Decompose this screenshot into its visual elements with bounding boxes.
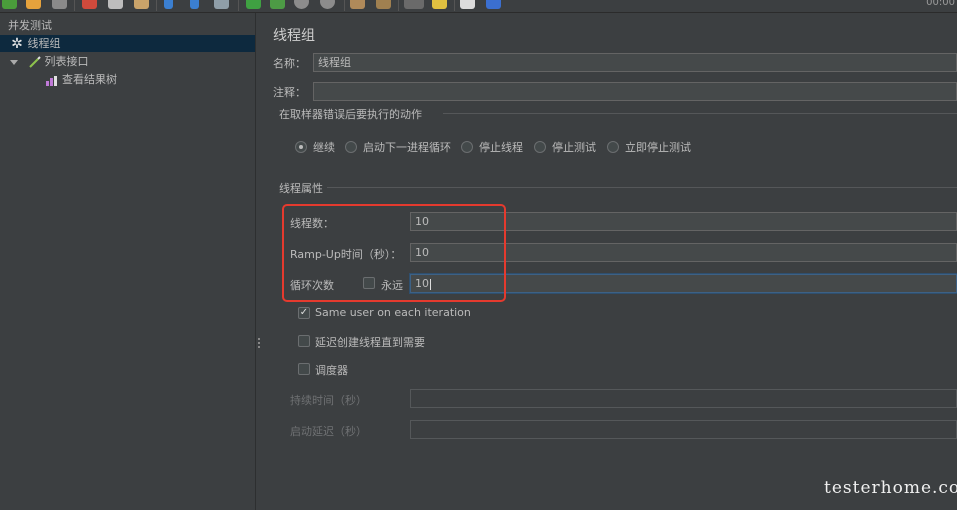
splitter[interactable] bbox=[256, 13, 262, 510]
duration-label: 持续时间（秒） bbox=[290, 394, 367, 407]
splitter-handle[interactable] bbox=[258, 338, 260, 348]
reset-search-icon[interactable] bbox=[432, 0, 447, 9]
thread-props-title: 线程属性 bbox=[279, 182, 323, 195]
toolbar-separator bbox=[344, 0, 345, 11]
templates-icon[interactable] bbox=[2, 0, 17, 9]
radio-start-next-loop[interactable] bbox=[345, 141, 357, 153]
page-title: 线程组 bbox=[273, 28, 315, 44]
radio-stop-test[interactable] bbox=[534, 141, 546, 153]
collapse-icon[interactable] bbox=[190, 0, 199, 9]
watermark: testerhome.com bbox=[824, 478, 957, 498]
tree-item-listener[interactable]: 查看结果树 bbox=[45, 71, 117, 88]
scheduler-label: 调度器 bbox=[315, 364, 348, 377]
scheduler-checkbox[interactable] bbox=[298, 363, 310, 375]
duration-field[interactable] bbox=[410, 389, 957, 408]
start-no-pause-icon[interactable] bbox=[270, 0, 285, 9]
radio-stop-test-now[interactable] bbox=[607, 141, 619, 153]
comment-label: 注释： bbox=[273, 86, 306, 99]
radio-label: 停止测试 bbox=[552, 141, 596, 154]
chart-icon bbox=[45, 74, 58, 87]
delay-thread-checkbox[interactable] bbox=[298, 335, 310, 347]
comment-field[interactable] bbox=[313, 82, 957, 101]
same-user-label: Same user on each iteration bbox=[315, 306, 471, 319]
name-label: 名称： bbox=[273, 57, 306, 70]
save-icon[interactable] bbox=[52, 0, 67, 9]
tree-item-label: 线程组 bbox=[27, 37, 61, 50]
test-plan-tree: 并发测试 ✲ 线程组 列表接口 查看结果树 bbox=[0, 13, 256, 510]
tree-item-test-plan[interactable]: 并发测试 bbox=[8, 17, 52, 34]
startup-delay-label: 启动延迟（秒） bbox=[290, 425, 367, 438]
divider bbox=[443, 113, 957, 114]
help-icon[interactable] bbox=[486, 0, 501, 9]
stop-icon[interactable] bbox=[294, 0, 309, 9]
chevron-down-icon[interactable] bbox=[10, 59, 18, 65]
toolbar: 00:00 bbox=[0, 0, 957, 13]
copy-icon[interactable] bbox=[108, 0, 123, 9]
function-helper-icon[interactable] bbox=[460, 0, 475, 9]
expand-icon[interactable] bbox=[164, 0, 173, 9]
tree-item-label: 并发测试 bbox=[8, 19, 52, 32]
shutdown-icon[interactable] bbox=[320, 0, 335, 9]
tree-item-sampler[interactable]: 列表接口 bbox=[10, 53, 89, 70]
tree-item-thread-group[interactable]: ✲ 线程组 bbox=[0, 35, 255, 52]
radio-label: 继续 bbox=[313, 141, 335, 154]
same-user-checkbox[interactable]: ✓ bbox=[298, 307, 310, 319]
clear-all-icon[interactable] bbox=[376, 0, 391, 9]
toolbar-separator bbox=[238, 0, 239, 11]
radio-label: 停止线程 bbox=[479, 141, 523, 154]
radio-label: 立即停止测试 bbox=[625, 141, 691, 154]
highlight-box bbox=[282, 204, 506, 302]
toolbar-separator bbox=[454, 0, 455, 11]
start-icon[interactable] bbox=[246, 0, 261, 9]
radio-stop-thread[interactable] bbox=[461, 141, 473, 153]
search-icon[interactable] bbox=[404, 0, 424, 9]
clear-icon[interactable] bbox=[350, 0, 365, 9]
paste-icon[interactable] bbox=[134, 0, 149, 9]
toolbar-separator bbox=[398, 0, 399, 11]
error-action-title: 在取样器错误后要执行的动作 bbox=[279, 108, 422, 121]
cut-icon[interactable] bbox=[82, 0, 97, 9]
delay-thread-label: 延迟创建线程直到需要 bbox=[315, 336, 425, 349]
elapsed-time: 00:00 bbox=[926, 0, 955, 8]
divider bbox=[327, 187, 957, 188]
tree-item-label: 列表接口 bbox=[44, 55, 89, 68]
pen-icon bbox=[28, 55, 41, 69]
gear-icon: ✲ bbox=[11, 35, 23, 52]
startup-delay-field[interactable] bbox=[410, 420, 957, 439]
radio-continue[interactable] bbox=[295, 141, 307, 153]
tree-item-label: 查看结果树 bbox=[62, 73, 117, 86]
open-icon[interactable] bbox=[26, 0, 41, 9]
thread-group-panel: 线程组 名称： 线程组 注释： 在取样器错误后要执行的动作 继续 启动下一进程循… bbox=[263, 13, 957, 510]
radio-label: 启动下一进程循环 bbox=[363, 141, 451, 154]
toolbar-separator bbox=[156, 0, 157, 11]
toggle-icon[interactable] bbox=[214, 0, 229, 9]
toolbar-separator bbox=[74, 0, 75, 11]
name-field[interactable]: 线程组 bbox=[313, 53, 957, 72]
